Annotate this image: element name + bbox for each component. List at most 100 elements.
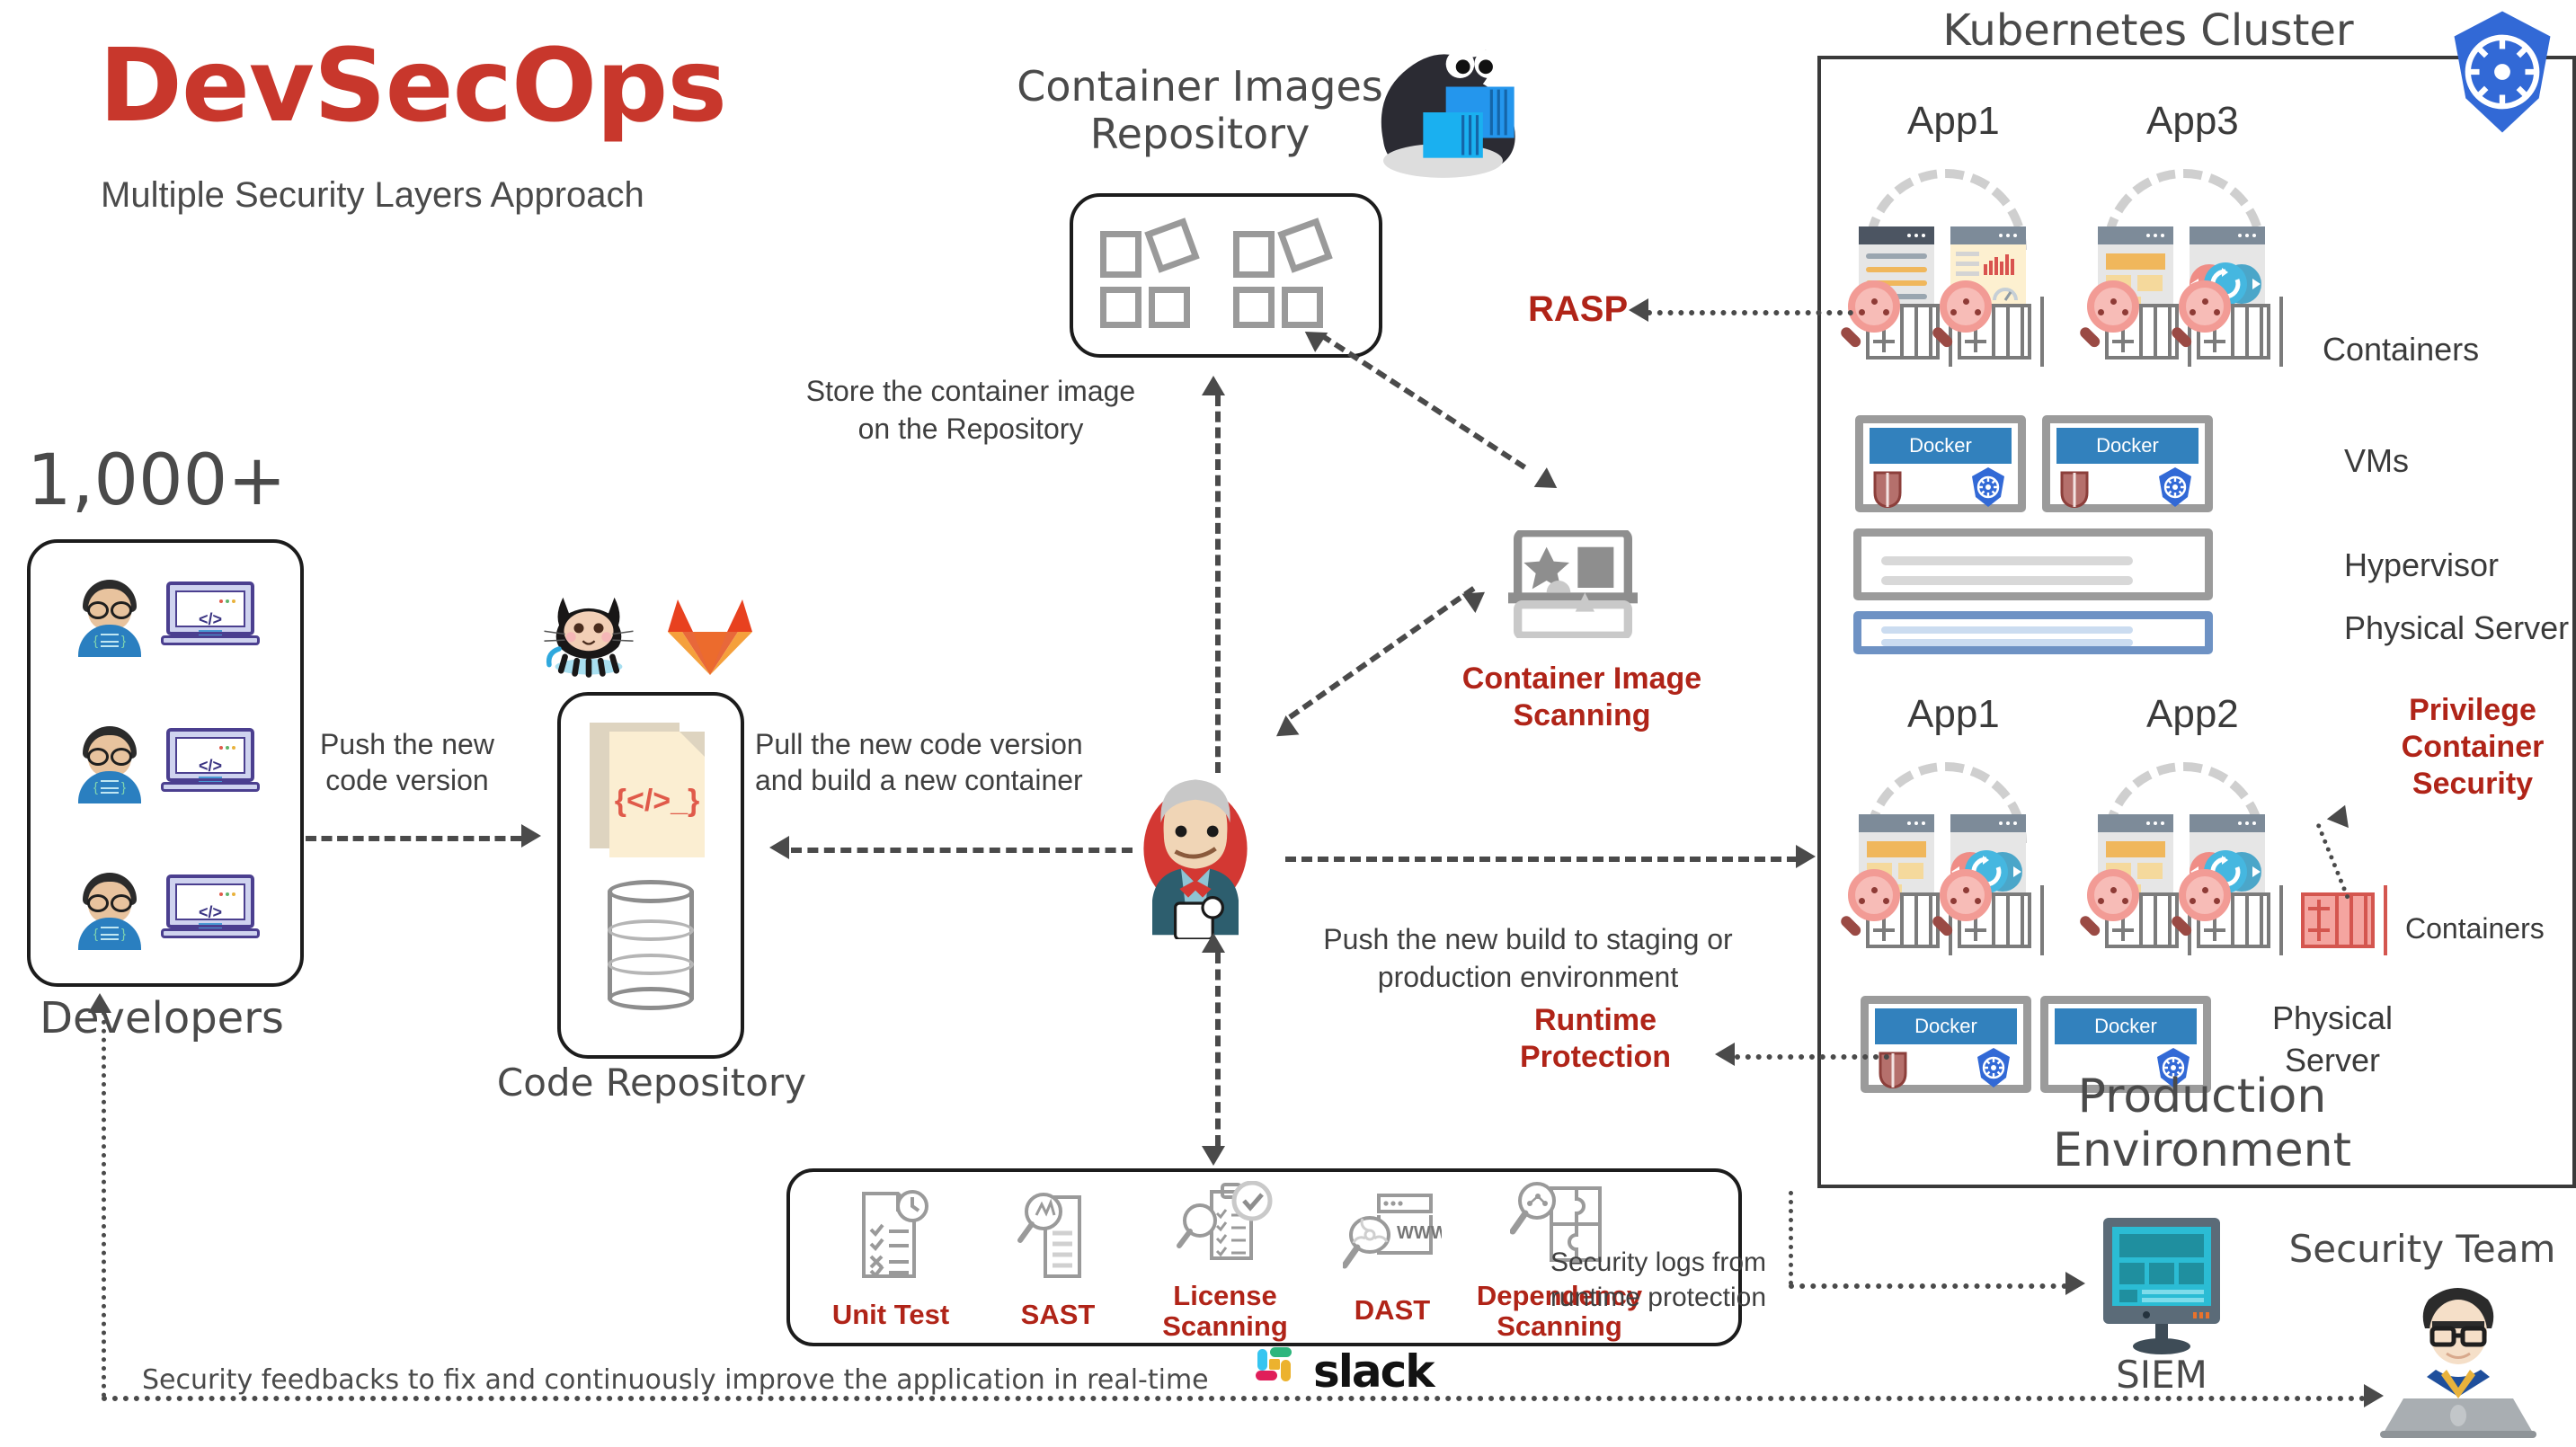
scan-magnifier-icon	[1930, 280, 1999, 350]
runtime-protection-label: Runtime Protection	[1519, 1003, 1672, 1074]
scan-arrowhead-lower	[1533, 467, 1564, 498]
vm-box: Docker	[1855, 415, 2026, 512]
developer-row: {} </>	[31, 836, 300, 982]
shield-icon	[1873, 471, 1902, 508]
pull-build-arrow-line	[791, 848, 1133, 853]
developer-row: {} </>	[31, 543, 300, 689]
feedback-right-arrowhead	[2364, 1384, 2384, 1407]
scan-arrow-line-lower	[1288, 586, 1476, 720]
developers-group: {} </> {} </> {} </>	[27, 539, 304, 987]
rasp-label: RASP	[1528, 289, 1629, 329]
app-label-app2-prod: App2	[2146, 692, 2239, 736]
app-label-app1-prod: App1	[1907, 692, 2000, 736]
docker-label: Docker	[2055, 1008, 2197, 1044]
developer-laptop: </>	[161, 874, 260, 945]
scan-arrow-line-upper	[1319, 333, 1527, 470]
push-build-label: Push the new build to staging or product…	[1323, 923, 1733, 993]
scan-magnifier-icon	[2169, 869, 2238, 938]
feedback-label: Security feedbacks to fix and continuous…	[142, 1364, 1209, 1396]
store-image-line	[1215, 395, 1221, 773]
developer-laptop: </>	[161, 581, 260, 652]
tool-unit-test[interactable]: Unit Test	[801, 1188, 981, 1330]
store-image-arrowhead	[1202, 376, 1225, 395]
tool-label: License Scanning	[1162, 1280, 1288, 1343]
security-team-label: Security Team	[2288, 1227, 2556, 1271]
laptop-code-tag: </>	[198, 609, 223, 628]
browser-www-biohazard-icon: WWW	[1341, 1194, 1448, 1269]
code-repository-box: {</>_}	[557, 692, 744, 1059]
slack-hash-icon	[1256, 1347, 1292, 1381]
app-label-app1-cluster: App1	[1907, 99, 2000, 143]
kubernetes-icon	[1972, 467, 2004, 507]
container-image-scanning-icon	[1508, 530, 1638, 638]
github-octocat-icon	[544, 597, 634, 678]
laptop-code-tag: </>	[198, 756, 223, 775]
developer-avatar: {}	[71, 871, 148, 950]
tool-label: DAST	[1354, 1294, 1431, 1326]
image-tile	[1149, 287, 1190, 328]
image-tile	[1277, 217, 1333, 273]
privilege-container-security-label: Privilege Container Security	[2401, 693, 2545, 801]
developer-avatar: {}	[71, 724, 148, 803]
developer-row: {} </>	[31, 689, 300, 836]
physical-server-box	[1853, 611, 2213, 654]
tool-dast[interactable]: WWW DAST	[1302, 1188, 1482, 1326]
security-logs-vertical-line	[1789, 1191, 1793, 1285]
docker-label: Docker	[1875, 1008, 2017, 1044]
image-tile	[1100, 287, 1141, 328]
code-file-icon: {</>_}	[590, 723, 705, 857]
scan-magnifier-icon	[1930, 869, 1999, 938]
containers-label-prod: Containers	[2405, 912, 2545, 945]
tool-license-scanning[interactable]: License Scanning	[1135, 1180, 1315, 1343]
hypervisor-box	[1853, 528, 2213, 600]
push-build-line	[1285, 857, 1798, 862]
monitor-dashboard-icon	[2103, 1218, 2220, 1354]
developer-count: 1,000+	[27, 440, 287, 521]
slack-wordmark: slack	[1313, 1345, 1435, 1398]
container-repository-title: Container Images Repository	[1017, 62, 1383, 158]
checklist-approved-icon	[1177, 1180, 1273, 1260]
developers-label: Developers	[40, 993, 284, 1043]
shield-icon	[2060, 471, 2089, 508]
pull-build-label: Pull the new code version and build a ne…	[755, 728, 1083, 796]
app-label-app3-cluster: App3	[2146, 99, 2239, 143]
physical-server-label: Physical Server	[2344, 609, 2570, 646]
scan-magnifier-icon	[2077, 869, 2146, 938]
tool-sast[interactable]: SAST	[968, 1188, 1148, 1330]
page-title: DevSecOps	[99, 28, 727, 145]
magnifier-document-icon	[1017, 1193, 1081, 1278]
jenkins-butler-icon	[1143, 779, 1248, 939]
feedback-horizontal-line	[102, 1396, 2367, 1401]
developer-laptop: </>	[161, 727, 260, 798]
code-glyph: {</>_}	[614, 784, 700, 818]
vms-label: VMs	[2344, 442, 2409, 479]
kubernetes-helm-icon	[2454, 11, 2551, 133]
pull-build-arrowhead	[769, 836, 789, 859]
docker-label: Docker	[2056, 428, 2198, 464]
security-logs-arrowhead	[2065, 1272, 2085, 1295]
gitlab-fox-icon	[668, 599, 752, 675]
store-image-label: Store the container image on the Reposit…	[805, 375, 1136, 445]
database-cylinder-icon	[608, 880, 694, 1010]
push-code-arrow-line	[306, 836, 521, 841]
jenkins-down-line	[1215, 953, 1221, 1146]
containers-label-cluster: Containers	[2323, 331, 2480, 368]
security-logs-label: Security logs from runtime protection	[1550, 1247, 1767, 1312]
container-images-repository-box	[1070, 193, 1382, 358]
docker-whale-icon	[1381, 49, 1515, 178]
kubernetes-cluster-title: Kubernetes Cluster	[1942, 5, 2354, 56]
tool-label: SAST	[1020, 1299, 1096, 1330]
production-environment-label: Production Environment	[2052, 1070, 2352, 1177]
feedback-up-arrowhead	[88, 993, 111, 1013]
vm-box: Docker	[2042, 415, 2213, 512]
runtime-protection-line	[1735, 1054, 1889, 1060]
container-image-scanning-label: Container Image Scanning	[1461, 661, 1702, 732]
scan-magnifier-icon	[2077, 280, 2146, 350]
laptop-code-tag: </>	[198, 902, 223, 921]
jenkins-down-arrowhead	[1202, 1146, 1225, 1166]
svg-text:WWW: WWW	[1397, 1223, 1442, 1243]
tool-label: Unit Test	[831, 1299, 950, 1330]
feedback-vertical-line	[102, 1011, 106, 1398]
image-tile	[1100, 231, 1141, 278]
page-subtitle: Multiple Security Layers Approach	[101, 175, 644, 215]
